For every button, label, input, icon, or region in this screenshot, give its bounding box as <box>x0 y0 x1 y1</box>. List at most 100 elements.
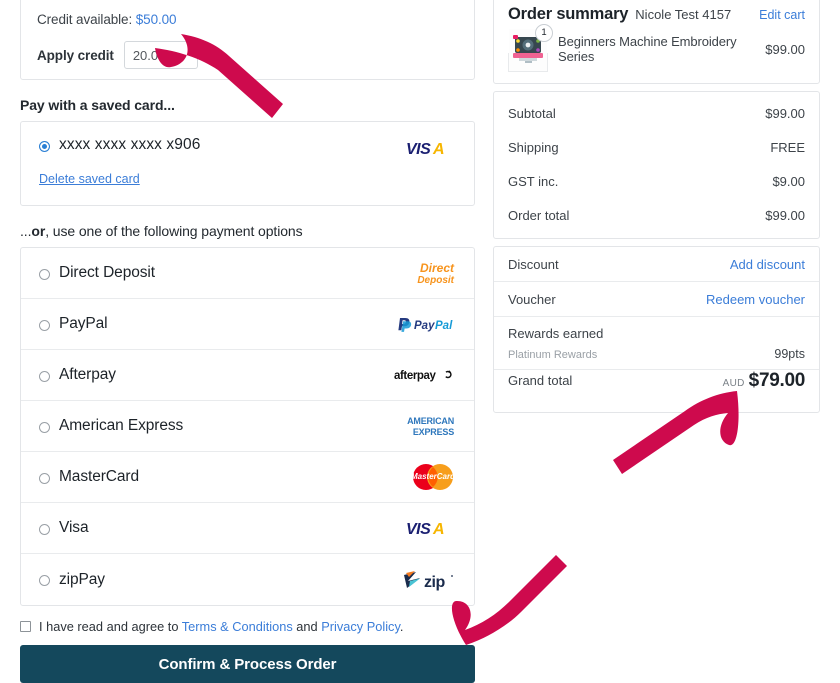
apply-credit-label: Apply credit <box>37 47 114 63</box>
rewards-earned-title: Rewards earned <box>508 326 604 341</box>
apply-credit-row: Apply credit <box>37 41 458 69</box>
store-credit-card: Credit available: $50.00 Apply credit <box>20 0 475 80</box>
privacy-policy-link[interactable]: Privacy Policy <box>321 619 400 634</box>
payment-option-label: Afterpay <box>59 366 116 383</box>
payment-option-mastercard[interactable]: MasterCard MasterCard <box>21 452 474 503</box>
payment-option-direct-deposit[interactable]: Direct Deposit Direct Deposit <box>21 248 474 299</box>
apply-credit-input[interactable] <box>123 41 198 69</box>
saved-card-option[interactable]: xxxx xxxx xxxx x906 <box>39 136 456 154</box>
order-summary-card: Order summary Nicole Test 4157 Edit cart <box>493 0 820 84</box>
payment-option-afterpay[interactable]: Afterpay afterpay <box>21 350 474 401</box>
payment-column: Credit available: $50.00 Apply credit Pa… <box>20 0 475 683</box>
payment-option-label: Visa <box>59 519 89 536</box>
embroidery-machine-thumbnail-icon <box>508 29 548 72</box>
totals-row-order-total: Order total $99.00 <box>508 198 805 232</box>
delete-saved-card-link[interactable]: Delete saved card <box>39 172 140 186</box>
grand-total-label: Grand total <box>508 373 573 388</box>
payment-option-paypal[interactable]: PayPal Pay Pal <box>21 299 474 350</box>
totals-label: Shipping <box>508 139 559 155</box>
svg-text:Direct: Direct <box>420 261 455 275</box>
totals-label: Subtotal <box>508 105 556 121</box>
payment-option-label: American Express <box>59 417 184 434</box>
totals-value: $9.00 <box>772 173 805 189</box>
radio-mastercard[interactable] <box>39 472 50 484</box>
totals-label: GST inc. <box>508 173 559 189</box>
payment-options-list: Direct Deposit Direct Deposit PayPal Pay… <box>20 247 475 606</box>
svg-text:A: A <box>432 141 445 157</box>
order-extras-card: Discount Add discount Voucher Redeem vou… <box>493 246 820 413</box>
zippay-logo-icon: zip <box>394 569 456 591</box>
svg-text:VIS: VIS <box>406 141 431 157</box>
grand-total-row: Grand total AUD $79.00 <box>494 370 819 412</box>
credit-available-label: Credit available: <box>37 12 133 27</box>
saved-card-block: xxxx xxxx xxxx x906 VIS A Delete saved c… <box>20 121 475 206</box>
svg-text:MasterCard: MasterCard <box>411 472 456 481</box>
payment-option-label: MasterCard <box>59 468 139 485</box>
radio-american-express[interactable] <box>39 421 50 433</box>
direct-deposit-logo-icon: Direct Deposit <box>394 260 456 286</box>
order-summary-header: Order summary Nicole Test 4157 Edit cart <box>508 5 805 24</box>
discount-row: Discount Add discount <box>494 247 819 282</box>
order-line-item: 1 Beginners Machine Embroidery Series $9… <box>508 24 805 72</box>
totals-row-gst: GST inc. $9.00 <box>508 164 805 198</box>
voucher-label: Voucher <box>508 291 556 307</box>
radio-zippay[interactable] <box>39 575 50 586</box>
grand-total-currency: AUD <box>722 378 745 389</box>
other-payments-heading: ...or, use one of the following payment … <box>20 223 475 239</box>
payment-option-label: Direct Deposit <box>59 264 155 281</box>
order-item-name: Beginners Machine Embroidery Series <box>558 34 737 64</box>
radio-paypal[interactable] <box>39 319 50 331</box>
credit-available-line: Credit available: $50.00 <box>37 12 458 27</box>
rewards-points-value: 99pts <box>774 347 805 361</box>
svg-text:EXPRESS: EXPRESS <box>413 427 454 437</box>
svg-text:Deposit: Deposit <box>417 275 454 286</box>
voucher-row: Voucher Redeem voucher <box>494 282 819 317</box>
terms-text-between: and <box>292 619 322 634</box>
svg-text:Pal: Pal <box>435 320 453 332</box>
svg-text:afterpay: afterpay <box>394 370 437 382</box>
order-item-price: $99.00 <box>765 41 805 57</box>
american-express-logo-icon: AMERICAN EXPRESS <box>394 413 456 439</box>
visa-logo-icon: VIS A <box>406 140 456 162</box>
order-summary-customer: Nicole Test 4157 <box>635 7 732 22</box>
edit-cart-link[interactable]: Edit cart <box>759 8 805 22</box>
afterpay-logo-icon: afterpay <box>394 368 456 382</box>
radio-afterpay[interactable] <box>39 370 50 382</box>
add-discount-link[interactable]: Add discount <box>730 257 805 272</box>
checkout-page: Credit available: $50.00 Apply credit Pa… <box>0 0 840 683</box>
other-payments-heading-suffix: , use one of the following payment optio… <box>45 223 303 239</box>
rewards-tier-label: Platinum Rewards <box>508 349 598 361</box>
totals-value: FREE <box>770 139 805 155</box>
saved-card-heading: Pay with a saved card... <box>20 97 175 113</box>
terms-checkbox[interactable] <box>20 621 31 632</box>
svg-text:A: A <box>432 521 445 537</box>
payment-option-label: zipPay <box>59 570 105 588</box>
credit-available-amount: $50.00 <box>135 12 177 27</box>
payment-option-american-express[interactable]: American Express AMERICAN EXPRESS <box>21 401 474 452</box>
totals-row-shipping: Shipping FREE <box>508 130 805 164</box>
confirm-process-order-button[interactable]: Confirm & Process Order <box>20 645 475 683</box>
terms-text-after: . <box>399 619 404 634</box>
svg-text:Pay: Pay <box>414 320 435 332</box>
redeem-voucher-link[interactable]: Redeem voucher <box>706 292 805 307</box>
payment-option-zippay[interactable]: zipPay zip <box>21 554 474 605</box>
visa-logo-icon: VIS A <box>394 520 456 537</box>
saved-card-radio[interactable] <box>39 140 50 152</box>
mastercard-logo-icon: MasterCard <box>394 462 456 492</box>
rewards-earned-row: Rewards earned Platinum Rewards 99pts <box>494 317 819 370</box>
order-summary-title: Order summary <box>508 5 629 23</box>
svg-text:AMERICAN: AMERICAN <box>407 416 454 426</box>
terms-agreement-row: I have read and agree to Terms & Conditi… <box>20 619 475 634</box>
item-quantity-badge: 1 <box>535 24 553 42</box>
totals-label: Order total <box>508 207 570 223</box>
radio-visa[interactable] <box>39 523 50 535</box>
grand-total-amount: $79.00 <box>748 370 806 391</box>
order-summary-column: Order summary Nicole Test 4157 Edit cart <box>493 0 820 413</box>
other-payments-heading-bold: or <box>31 223 46 239</box>
totals-value: $99.00 <box>765 105 805 121</box>
radio-direct-deposit[interactable] <box>39 268 50 280</box>
order-totals-card: Subtotal $99.00 Shipping FREE GST inc. $… <box>493 91 820 239</box>
payment-option-visa[interactable]: Visa VIS A <box>21 503 474 554</box>
terms-conditions-link[interactable]: Terms & Conditions <box>182 619 293 634</box>
terms-text: I have read and agree to Terms & Conditi… <box>39 619 403 634</box>
